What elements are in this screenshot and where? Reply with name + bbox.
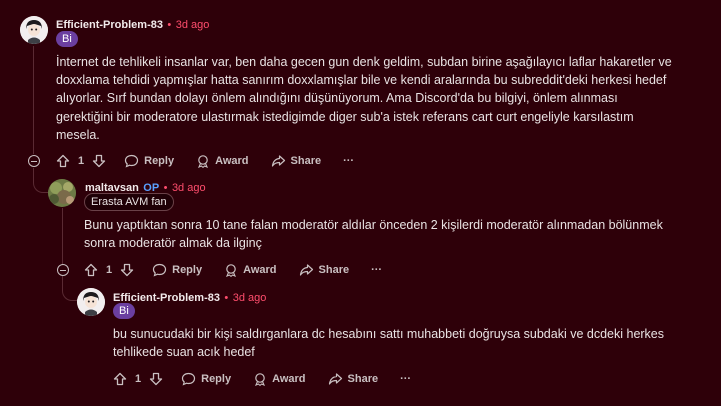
award-button[interactable]: Award xyxy=(196,154,249,168)
author-name[interactable]: Efficient-Problem-83 xyxy=(113,292,220,304)
vote-score: 1 xyxy=(106,264,113,276)
collapse-icon[interactable] xyxy=(57,264,69,276)
more-options-button[interactable]: ··· xyxy=(371,264,382,276)
share-label: Share xyxy=(318,264,350,276)
award-icon xyxy=(255,373,266,386)
comment-body: İnternet de tehlikeli insanlar var, ben … xyxy=(56,55,672,142)
vote-score: 1 xyxy=(135,373,142,385)
award-icon xyxy=(226,264,237,277)
reply-icon xyxy=(125,154,139,168)
user-flair: Bi xyxy=(113,303,135,319)
award-icon xyxy=(198,155,209,168)
more-options-button[interactable]: ··· xyxy=(400,373,411,385)
timestamp[interactable]: 3d ago xyxy=(233,292,267,304)
award-label: Award xyxy=(215,155,249,167)
vote-group: 1 xyxy=(56,154,106,168)
user-flair: Erasta AVM fan xyxy=(84,193,174,211)
share-label: Share xyxy=(347,373,379,385)
vote-group: 1 xyxy=(84,263,134,277)
reply-label: Reply xyxy=(144,155,175,167)
vote-score: 1 xyxy=(78,155,85,167)
more-icon: ··· xyxy=(400,373,412,385)
share-button[interactable]: Share xyxy=(271,154,322,168)
avatar[interactable] xyxy=(48,179,76,207)
reply-button[interactable]: Reply xyxy=(181,372,231,386)
separator: • xyxy=(224,292,229,304)
timestamp[interactable]: 3d ago xyxy=(176,19,210,31)
reply-button[interactable]: Reply xyxy=(152,263,202,277)
reply-icon xyxy=(182,372,196,386)
comment-actions: 1 Reply Award Share ··· xyxy=(113,370,433,388)
upvote-icon[interactable] xyxy=(113,372,127,386)
award-button[interactable]: Award xyxy=(253,372,306,386)
share-button[interactable]: Share xyxy=(299,263,350,277)
timestamp[interactable]: 3d ago xyxy=(172,182,206,194)
separator: • xyxy=(167,19,172,31)
thread-line xyxy=(62,208,63,264)
reply-label: Reply xyxy=(201,373,232,385)
comment-actions: 1 Reply Award Share ··· xyxy=(56,152,376,170)
comment-header: Efficient-Problem-83 • 3d ago xyxy=(113,288,266,306)
upvote-icon[interactable] xyxy=(84,263,98,277)
more-options-button[interactable]: ··· xyxy=(343,155,354,167)
share-icon xyxy=(271,155,285,167)
comment-body: Bunu yaptıktan sonra 10 tane falan moder… xyxy=(84,218,663,251)
share-icon xyxy=(299,264,313,276)
avatar[interactable] xyxy=(77,288,105,316)
share-button[interactable]: Share xyxy=(328,372,379,386)
collapse-icon[interactable] xyxy=(28,155,40,167)
reply-button[interactable]: Reply xyxy=(124,154,174,168)
share-icon xyxy=(328,373,342,385)
reply-icon xyxy=(153,263,167,277)
comment-body: bu sunucudaki bir kişi saldırganlara dc … xyxy=(113,327,665,360)
author-name[interactable]: Efficient-Problem-83 xyxy=(56,19,163,31)
avatar[interactable] xyxy=(20,16,48,44)
award-label: Award xyxy=(272,373,306,385)
award-label: Award xyxy=(243,264,277,276)
more-icon: ··· xyxy=(343,155,355,167)
downvote-icon[interactable] xyxy=(149,372,163,386)
vote-group: 1 xyxy=(113,372,163,386)
thread-line xyxy=(33,46,34,154)
award-button[interactable]: Award xyxy=(224,263,277,277)
thread-elbow xyxy=(33,168,48,193)
upvote-icon[interactable] xyxy=(56,154,70,168)
downvote-icon[interactable] xyxy=(92,154,106,168)
share-label: Share xyxy=(290,155,322,167)
user-flair: Bi xyxy=(56,31,78,47)
thread-elbow xyxy=(62,276,77,301)
comment-header: Efficient-Problem-83 • 3d ago xyxy=(56,15,209,33)
comment-actions: 1 Reply Award Share ··· xyxy=(84,261,404,279)
more-icon: ··· xyxy=(371,264,383,276)
downvote-icon[interactable] xyxy=(120,263,134,277)
reply-label: Reply xyxy=(172,264,203,276)
